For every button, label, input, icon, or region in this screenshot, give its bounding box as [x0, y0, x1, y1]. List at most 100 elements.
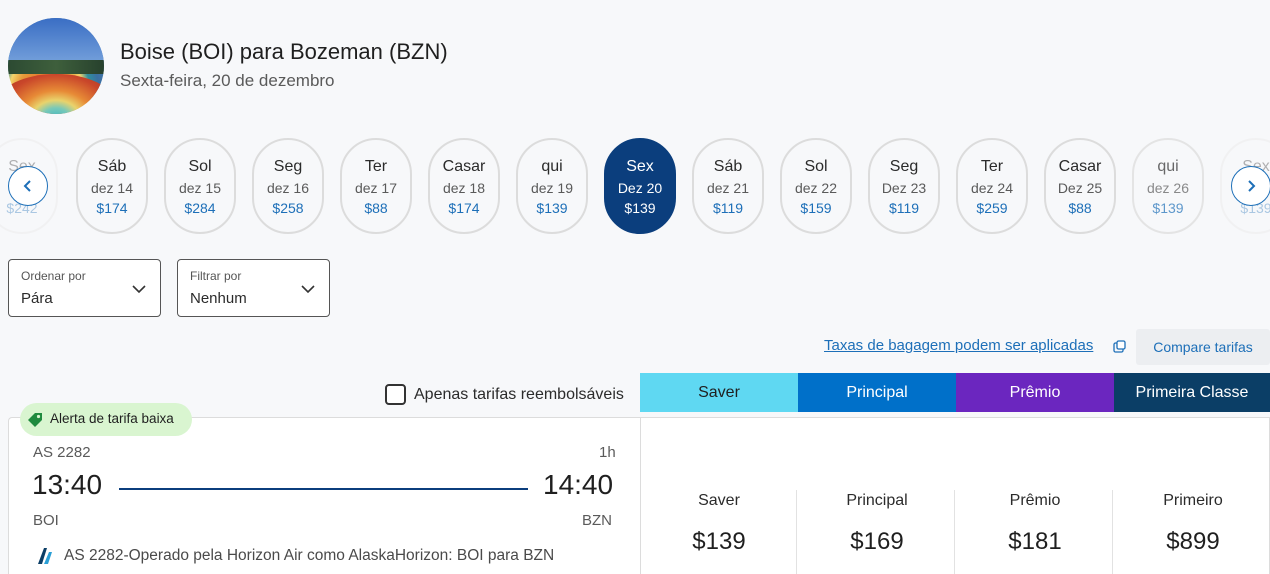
divider	[796, 490, 797, 574]
date-price: $119	[712, 200, 744, 216]
route-date: Sexta-feira, 20 de dezembro	[120, 71, 335, 90]
origin-code: BOI	[33, 512, 59, 529]
sort-value: Pára	[21, 290, 53, 307]
price-principal[interactable]: Principal $169	[798, 490, 956, 556]
departure-time: 13:40	[32, 469, 103, 500]
price-label: Prêmio	[1009, 492, 1061, 509]
price-value: $899	[1166, 528, 1220, 555]
date-day: Sex	[626, 158, 654, 175]
date-pill[interactable]: Sáb dez 14 $174	[76, 138, 148, 234]
price-first[interactable]: Primeiro $899	[1114, 490, 1270, 556]
route-line	[119, 488, 528, 490]
date-day: qui	[541, 158, 563, 175]
date-date: dez 15	[178, 180, 222, 196]
date-pill[interactable]: Sol dez 15 $284	[164, 138, 236, 234]
filter-label: Filtrar por	[190, 269, 242, 283]
date-day: Sol	[188, 158, 212, 175]
baggage-fees-link[interactable]: Taxas de bagagem podem ser aplicadas	[824, 337, 1093, 354]
date-day: qui	[1157, 158, 1179, 175]
date-date: Dez 25	[1057, 180, 1103, 196]
price-premio[interactable]: Prêmio $181	[956, 490, 1114, 556]
date-day: Seg	[273, 158, 303, 175]
refundable-checkbox[interactable]	[385, 384, 406, 405]
fare-tab-principal[interactable]: Principal	[798, 373, 956, 412]
date-date: dez 18	[442, 180, 486, 196]
date-pill[interactable]: Casar dez 18 $174	[428, 138, 500, 234]
fare-tab-premio[interactable]: Prêmio	[956, 373, 1114, 412]
date-pill[interactable]: Seg dez 16 $258	[252, 138, 324, 234]
price-label: Principal	[846, 492, 908, 509]
arrival-time: 14:40	[543, 469, 614, 500]
date-pill[interactable]: Sol dez 22 $159	[780, 138, 852, 234]
low-fare-alert-text: Alerta de tarifa baixa	[50, 411, 174, 426]
filter-value: Nenhum	[190, 290, 247, 307]
price-value: $181	[1008, 528, 1062, 555]
date-date: dez 19	[530, 180, 574, 196]
date-date: dez 24	[970, 180, 1014, 196]
date-pill[interactable]: Sáb dez 21 $119	[692, 138, 764, 234]
date-price: $139	[536, 200, 568, 216]
date-day: Casar	[1058, 158, 1102, 175]
date-price: $159	[800, 200, 832, 216]
date-pill[interactable]: qui dez 19 $139	[516, 138, 588, 234]
date-date: dez 17	[354, 180, 398, 196]
date-day: Sáb	[97, 158, 127, 175]
price-saver[interactable]: Saver $139	[640, 490, 798, 556]
date-day: Sol	[804, 158, 828, 175]
date-day: Ter	[364, 158, 388, 175]
date-day: Seg	[889, 158, 919, 175]
low-fare-alert-badge: Alerta de tarifa baixa	[20, 403, 192, 436]
date-date: dez 14	[90, 180, 134, 196]
date-pill[interactable]: Seg Dez 23 $119	[868, 138, 940, 234]
price-tag-icon	[28, 413, 42, 427]
date-price: $88	[364, 200, 388, 216]
filter-select[interactable]: Filtrar por Nenhum	[177, 259, 330, 317]
date-price: $259	[976, 200, 1008, 216]
airline-logo-icon	[38, 548, 52, 564]
date-pill[interactable]: Ter dez 17 $88	[340, 138, 412, 234]
date-date: Dez 20	[617, 180, 663, 196]
date-date: dez 16	[266, 180, 310, 196]
date-price: $284	[184, 200, 216, 216]
date-date: Dez 23	[881, 180, 927, 196]
date-date: dez 22	[794, 180, 838, 196]
price-value: $169	[850, 528, 904, 555]
date-pill-selected[interactable]: Sex Dez 20 $139	[604, 138, 676, 234]
external-link-icon[interactable]	[1113, 340, 1126, 353]
date-day: Casar	[442, 158, 486, 175]
date-pill[interactable]: Ter dez 24 $259	[956, 138, 1028, 234]
sort-select[interactable]: Ordenar por Pára	[8, 259, 161, 317]
chevron-down-icon	[132, 285, 146, 294]
flight-number: AS 2282	[33, 444, 91, 461]
previous-dates-button[interactable]	[8, 166, 48, 206]
chevron-left-icon	[23, 180, 31, 192]
sort-label: Ordenar por	[21, 269, 86, 283]
route-title: Boise (BOI) para Bozeman (BZN)	[120, 39, 448, 64]
flight-duration: 1h	[599, 444, 616, 461]
date-price: $174	[448, 200, 480, 216]
fare-tab-saver[interactable]: Saver	[640, 373, 798, 412]
date-price: $258	[272, 200, 304, 216]
price-value: $139	[692, 528, 746, 555]
price-label: Primeiro	[1163, 492, 1223, 509]
date-price: $174	[96, 200, 128, 216]
date-pill[interactable]: Casar Dez 25 $88	[1044, 138, 1116, 234]
compare-fares-button[interactable]: Compare tarifas	[1136, 329, 1270, 365]
price-label: Saver	[698, 492, 740, 509]
date-price: $88	[1068, 200, 1092, 216]
date-date: dez 21	[706, 180, 750, 196]
destination-code: BZN	[582, 512, 612, 529]
refundable-label: Apenas tarifas reembolsáveis	[414, 386, 624, 403]
date-pill[interactable]: qui dez 26 $139	[1132, 138, 1204, 234]
date-selector: Sex $242 Sáb dez 14 $174 Sol dez 15 $284…	[0, 138, 1270, 236]
date-price: $139	[624, 200, 656, 216]
date-day: Ter	[980, 158, 1004, 175]
date-price: $119	[888, 200, 920, 216]
chevron-down-icon	[301, 285, 315, 294]
operated-by-text: AS 2282-Operado pela Horizon Air como Al…	[64, 547, 555, 564]
fare-tab-first-class[interactable]: Primeira Classe	[1114, 373, 1270, 412]
next-dates-button[interactable]	[1231, 166, 1270, 206]
divider	[954, 490, 955, 574]
date-date: dez 26	[1146, 180, 1190, 196]
date-day: Sáb	[713, 158, 743, 175]
